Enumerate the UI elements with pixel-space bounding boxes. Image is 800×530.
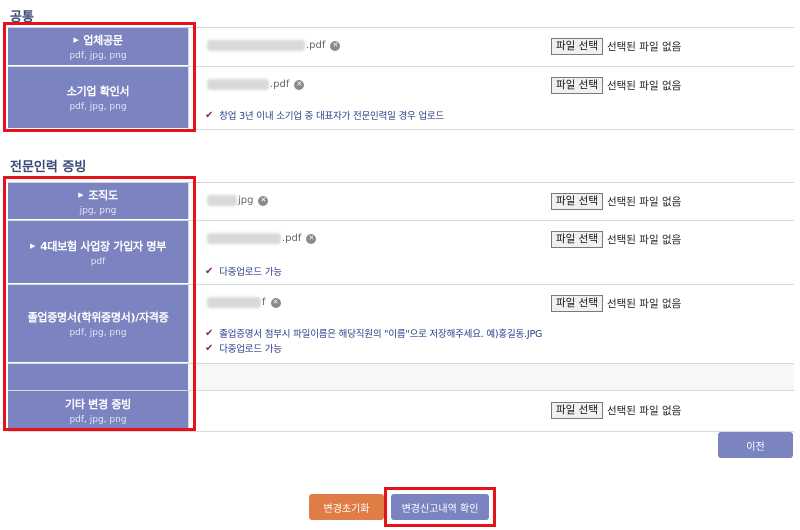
no-file-text: 선택된 파일 없음: [606, 234, 682, 246]
blurred-filename: [207, 40, 305, 51]
check-icon: ✔: [205, 265, 214, 277]
uploaded-file[interactable]: jpg ✕: [207, 195, 269, 206]
file-select-button[interactable]: 파일 선택: [551, 402, 603, 419]
row-label: 소기업 확인서: [66, 85, 130, 98]
row-formats: pdf, jpg, png: [69, 328, 127, 338]
common-table: ▶ 업체공문 pdf, jpg, png .pdf ✕ 파일 선택 선택된 파일 …: [8, 27, 794, 130]
row-formats: pdf: [90, 256, 106, 267]
row-formats: jpg, png: [79, 205, 117, 216]
file-uploader: 파일 선택 선택된 파일 없음: [551, 402, 681, 419]
no-file-text: 선택된 파일 없음: [606, 196, 682, 208]
prev-button[interactable]: 이전: [718, 432, 793, 458]
row-spacer: [8, 364, 794, 390]
uploaded-file[interactable]: .pdf ✕: [207, 40, 341, 51]
file-select-button[interactable]: 파일 선택: [551, 231, 603, 248]
upload-cell: f ✕ 파일 선택 선택된 파일 없음 ✔ 졸업증명서 첨부시 파일이름은 해당…: [188, 285, 794, 363]
expert-table: ▶ 조직도 jpg, png jpg ✕ 파일 선택 선택된 파일 없음 ▶ 4대보…: [8, 182, 794, 432]
row-org-chart: ▶ 조직도 jpg, png jpg ✕ 파일 선택 선택된 파일 없음: [8, 183, 794, 221]
file-select-button[interactable]: 파일 선택: [551, 77, 603, 94]
upload-cell: 파일 선택 선택된 파일 없음: [188, 391, 794, 431]
uploaded-file[interactable]: .pdf ✕: [207, 233, 317, 244]
row-formats: pdf, jpg, png: [69, 102, 127, 112]
check-icon: ✔: [205, 109, 214, 121]
upload-cell: jpg ✕ 파일 선택 선택된 파일 없음: [188, 183, 794, 220]
no-file-text: 선택된 파일 없음: [606, 41, 682, 53]
delete-file-icon[interactable]: ✕: [306, 233, 317, 244]
row-label: 졸업증명서(학위증명서)/자격증: [27, 311, 169, 324]
row-small-biz: 소기업 확인서 pdf, jpg, png .pdf ✕ 파일 선택 선택된 파…: [8, 67, 794, 130]
upload-note: ✔ 다중업로드 가능: [205, 265, 282, 279]
row-graduation: 졸업증명서(학위증명서)/자격증 pdf, jpg, png f ✕ 파일 선택…: [8, 285, 794, 364]
row-other: 기타 변경 증빙 pdf, jpg, png 파일 선택 선택된 파일 없음: [8, 390, 794, 432]
uploaded-file[interactable]: .pdf ✕: [207, 79, 305, 90]
section-title-expert: 전문인력 증빙: [10, 160, 87, 175]
uploaded-file[interactable]: f ✕: [207, 297, 281, 308]
delete-file-icon[interactable]: ✕: [330, 40, 341, 51]
upload-note: ✔ 졸업증명서 첨부시 파일이름은 해당직원의 "이름"으로 저장해주세요. 예…: [205, 327, 543, 341]
row-header: 소기업 확인서 pdf, jpg, png: [8, 67, 188, 129]
triangle-icon: ▶: [78, 190, 84, 199]
row-header-empty: [8, 364, 188, 390]
blurred-filename: [207, 195, 237, 206]
row-header: ▶ 업체공문 pdf, jpg, png: [8, 28, 188, 66]
blurred-filename: [207, 297, 261, 308]
no-file-text: 선택된 파일 없음: [606, 80, 682, 92]
upload-cell: .pdf ✕ 파일 선택 선택된 파일 없음 ✔ 창업 3년 이내 소기업 중 …: [188, 67, 794, 129]
delete-file-icon[interactable]: ✕: [258, 195, 269, 206]
confirm-button[interactable]: 변경신고내역 확인: [391, 494, 489, 520]
row-formats: pdf, jpg, png: [69, 51, 127, 61]
file-select-button[interactable]: 파일 선택: [551, 295, 603, 312]
row-header: 기타 변경 증빙 pdf, jpg, png: [8, 391, 188, 431]
blurred-filename: [207, 79, 269, 90]
row-formats: pdf, jpg, png: [69, 415, 127, 425]
row-insurance: ▶ 4대보험 사업장 가입자 명부 pdf .pdf ✕ 파일 선택 선택된 파일…: [8, 221, 794, 285]
row-label: 업체공문: [83, 34, 123, 47]
upload-note: ✔ 다중업로드 가능: [205, 342, 282, 356]
row-header: ▶ 조직도 jpg, png: [8, 183, 188, 220]
row-label: 조직도: [88, 188, 118, 202]
row-label: 기타 변경 증빙: [65, 398, 131, 411]
file-uploader: 파일 선택 선택된 파일 없음: [551, 193, 681, 210]
check-icon: ✔: [205, 342, 214, 354]
row-label: 4대보험 사업장 가입자 명부: [40, 239, 167, 253]
triangle-icon: ▶: [29, 241, 36, 250]
row-header: ▶ 4대보험 사업장 가입자 명부 pdf: [8, 221, 188, 284]
delete-file-icon[interactable]: ✕: [294, 79, 305, 90]
no-file-text: 선택된 파일 없음: [606, 405, 682, 417]
upload-cell: .pdf ✕ 파일 선택 선택된 파일 없음: [188, 28, 794, 66]
delete-file-icon[interactable]: ✕: [270, 297, 281, 308]
upload-cell: .pdf ✕ 파일 선택 선택된 파일 없음 ✔ 다중업로드 가능: [188, 221, 794, 284]
file-uploader: 파일 선택 선택된 파일 없음: [551, 38, 681, 55]
row-company-doc: ▶ 업체공문 pdf, jpg, png .pdf ✕ 파일 선택 선택된 파일 …: [8, 28, 794, 67]
row-header: 졸업증명서(학위증명서)/자격증 pdf, jpg, png: [8, 285, 188, 363]
section-title-common: 공통: [10, 10, 34, 25]
upload-note: ✔ 창업 3년 이내 소기업 중 대표자가 전문인력일 경우 업로드: [205, 109, 445, 123]
no-file-text: 선택된 파일 없음: [606, 298, 682, 310]
file-uploader: 파일 선택 선택된 파일 없음: [551, 77, 681, 94]
file-uploader: 파일 선택 선택된 파일 없음: [551, 231, 681, 248]
reset-button[interactable]: 변경초기화: [309, 494, 384, 520]
file-select-button[interactable]: 파일 선택: [551, 38, 603, 55]
file-select-button[interactable]: 파일 선택: [551, 193, 603, 210]
blurred-filename: [207, 233, 281, 244]
check-icon: ✔: [205, 327, 214, 339]
triangle-icon: ▶: [73, 36, 79, 44]
file-uploader: 파일 선택 선택된 파일 없음: [551, 295, 681, 312]
